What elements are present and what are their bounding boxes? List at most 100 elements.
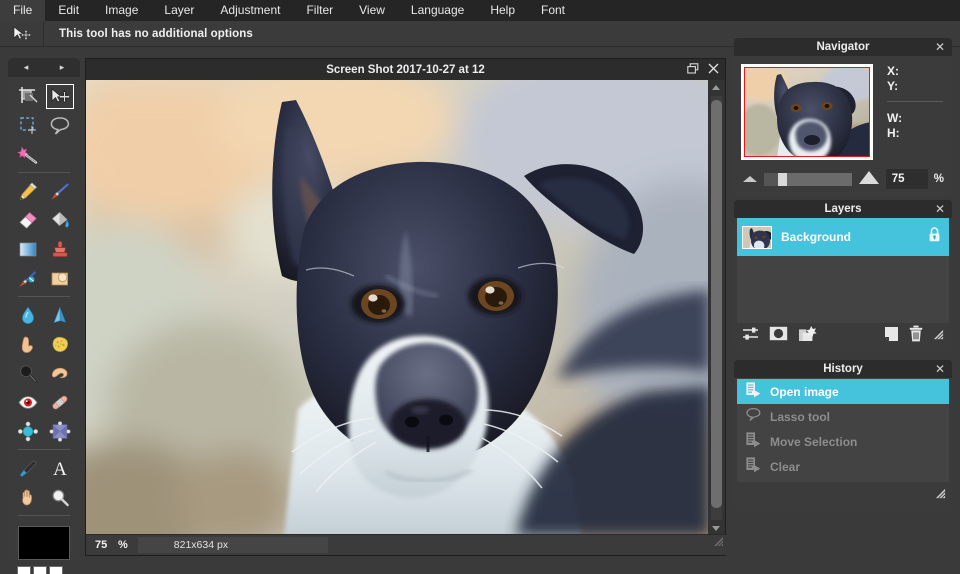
sponge-tool[interactable] (44, 330, 76, 359)
text-tool[interactable]: A (44, 454, 76, 483)
clone-tool[interactable] (12, 264, 44, 293)
menu-item-language[interactable]: Language (398, 0, 477, 21)
menu-bar: File Edit Image Layer Adjustment Filter … (0, 0, 960, 21)
close-icon[interactable] (708, 61, 719, 79)
navigator-thumbnail-image (745, 68, 870, 157)
shape-tool[interactable] (44, 264, 76, 293)
toolbox-divider-1 (18, 172, 70, 173)
trash-icon[interactable] (909, 325, 923, 347)
effects-star-icon[interactable] (798, 326, 817, 347)
move-tool[interactable] (44, 82, 76, 111)
navigator-header[interactable]: Navigator ✕ (734, 38, 952, 56)
navigator-viewport-box[interactable] (744, 67, 870, 157)
foreground-color-swatch[interactable] (18, 526, 70, 560)
palette-swatch-2[interactable] (33, 566, 47, 574)
dodge-tool[interactable] (12, 359, 44, 388)
canvas-area[interactable] (86, 80, 725, 536)
canvas-vertical-scrollbar[interactable] (708, 80, 725, 536)
window-resize-grip[interactable] (713, 534, 724, 552)
navigator-title: Navigator (816, 41, 869, 53)
resize-grip-icon[interactable] (933, 327, 944, 345)
scroll-down-arrow-icon[interactable] (712, 526, 720, 531)
scroll-up-arrow-icon[interactable] (712, 85, 720, 90)
restore-window-icon[interactable] (687, 61, 699, 79)
zoom-out-icon[interactable] (742, 170, 758, 188)
toolbox-pager: ◂ ▸ (8, 58, 80, 77)
menu-item-view[interactable]: View (346, 0, 398, 21)
move-tool-icon[interactable] (0, 21, 44, 47)
status-zoom-unit: % (112, 539, 128, 551)
toolbox-prev-button[interactable]: ◂ (24, 63, 29, 72)
resize-grip-icon[interactable] (935, 486, 946, 504)
eraser-tool[interactable] (12, 206, 44, 235)
lock-icon[interactable] (928, 227, 941, 247)
tool-grid: A (8, 77, 80, 516)
hand-tool[interactable] (12, 483, 44, 512)
history-footer (734, 482, 952, 502)
document-title-bar[interactable]: Screen Shot 2017-10-27 at 12 (86, 59, 725, 80)
magic-wand-tool[interactable] (12, 140, 44, 169)
new-layer-icon[interactable] (884, 326, 899, 347)
pinch-tool[interactable] (44, 417, 76, 446)
eyedropper-tool[interactable] (12, 454, 44, 483)
menu-item-layer[interactable]: Layer (151, 0, 207, 21)
list-item[interactable]: Clear (737, 454, 949, 479)
gradient-tool[interactable] (12, 235, 44, 264)
history-item-label: Open image (770, 385, 839, 399)
layers-header[interactable]: Layers ✕ (734, 200, 952, 218)
zoom-tool[interactable] (44, 483, 76, 512)
navigator-zoom-input[interactable]: 75 (886, 169, 928, 189)
history-header[interactable]: History ✕ (734, 360, 952, 378)
layer-list: Background (737, 218, 949, 323)
status-zoom-value[interactable]: 75 (86, 539, 112, 551)
document-arrow-icon (745, 456, 762, 478)
close-icon[interactable]: ✕ (935, 360, 945, 378)
menu-item-adjustment[interactable]: Adjustment (207, 0, 293, 21)
menu-item-help[interactable]: Help (477, 0, 528, 21)
sharpen-tool[interactable] (44, 301, 76, 330)
palette-swatch-1[interactable] (17, 566, 31, 574)
brush-tool[interactable] (44, 177, 76, 206)
toolbox-next-button[interactable]: ▸ (60, 63, 65, 72)
list-item[interactable]: Open image (737, 379, 949, 404)
layers-toolbar (734, 323, 952, 349)
menu-item-font[interactable]: Font (528, 0, 578, 21)
smudge-tool[interactable] (12, 330, 44, 359)
menu-item-file[interactable]: File (0, 0, 45, 21)
rectangle-select-tool[interactable] (12, 111, 44, 140)
stamp-tool[interactable] (44, 235, 76, 264)
circle-mask-icon[interactable] (769, 326, 788, 346)
history-item-label: Clear (770, 460, 800, 474)
sliders-icon[interactable] (742, 326, 759, 346)
blur-tool[interactable] (12, 301, 44, 330)
navigator-zoom-slider[interactable] (764, 173, 852, 186)
healing-tool[interactable] (44, 388, 76, 417)
scrollbar-thumb[interactable] (711, 100, 722, 508)
table-row[interactable]: Background (737, 218, 949, 256)
navigator-thumbnail-frame[interactable] (741, 64, 873, 160)
lasso-tool[interactable] (44, 111, 76, 140)
palette-swatch-3[interactable] (49, 566, 63, 574)
red-eye-tool[interactable] (12, 388, 44, 417)
history-panel: History ✕ Open image (734, 360, 952, 512)
menu-item-filter[interactable]: Filter (293, 0, 346, 21)
slider-knob[interactable] (778, 173, 787, 186)
history-item-label: Move Selection (770, 435, 857, 449)
bloat-tool[interactable] (12, 417, 44, 446)
crop-tool[interactable] (12, 82, 44, 111)
paint-bucket-tool[interactable] (44, 206, 76, 235)
menu-item-image[interactable]: Image (92, 0, 151, 21)
navigator-x-label: X: (887, 64, 945, 79)
menu-item-edit[interactable]: Edit (45, 0, 92, 21)
close-icon[interactable]: ✕ (935, 38, 945, 56)
list-item[interactable]: Move Selection (737, 429, 949, 454)
close-icon[interactable]: ✕ (935, 200, 945, 218)
burn-tool[interactable] (44, 359, 76, 388)
navigator-w-label: W: (887, 111, 945, 126)
layers-title: Layers (824, 203, 861, 215)
zoom-in-icon[interactable] (858, 169, 880, 190)
pencil-tool[interactable] (12, 177, 44, 206)
list-item[interactable]: Lasso tool (737, 404, 949, 429)
photo-editor-app: File Edit Image Layer Adjustment Filter … (0, 0, 960, 574)
canvas-image[interactable] (86, 80, 710, 536)
